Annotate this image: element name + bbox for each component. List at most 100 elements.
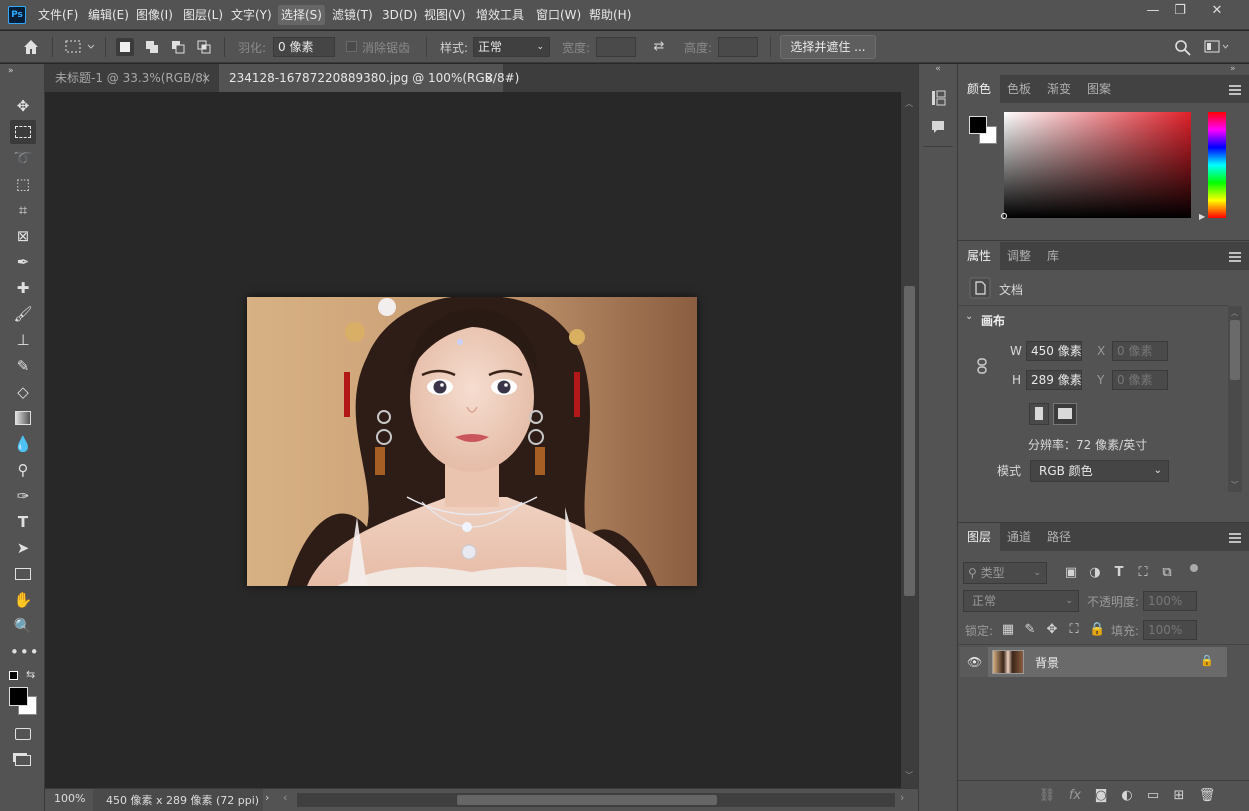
add-selection-icon[interactable] [143,38,161,56]
marquee-preset-icon[interactable] [64,39,96,55]
panel-menu-icon[interactable] [1229,533,1241,543]
frame-icon[interactable]: ⊠ [10,224,36,248]
history-panel-icon[interactable] [929,89,947,107]
eyedropper-icon[interactable]: ✒ [10,250,36,274]
eraser-icon[interactable]: ◇ [10,380,36,404]
eye-icon[interactable]: 👁 [967,655,982,669]
select-and-mask-button[interactable]: 选择并遮住 ... [780,35,876,59]
filter-pixel-icon[interactable]: ▣ [1062,564,1080,582]
hand-icon[interactable]: ✋ [10,588,36,612]
filter-toggle-icon[interactable] [1190,564,1198,572]
color-field[interactable] [1001,112,1191,219]
more-icon[interactable]: ••• [10,640,39,664]
layer-name[interactable]: 背景 [1035,654,1059,671]
menu-edit[interactable]: 编辑(E) [88,0,129,30]
horizontal-scrollbar[interactable] [297,793,895,807]
filter-adjustment-icon[interactable]: ◑ [1086,564,1104,582]
lock-pixels-icon[interactable]: ✎ [1022,621,1038,639]
healing-icon[interactable]: ✚ [10,276,36,300]
close-icon[interactable]: × [484,64,494,92]
workspace-icon[interactable] [1204,39,1230,55]
menu-layer[interactable]: 图层(L) [183,0,223,30]
swap-icon[interactable]: ⇄ [650,38,668,56]
canvas-x-input[interactable]: 0 像素 [1112,341,1168,361]
height-input[interactable] [718,37,758,57]
canvas-section-title[interactable]: 画布 [981,312,1005,329]
gradient-icon[interactable] [10,406,36,430]
portrait-orientation-button[interactable] [1029,403,1049,425]
home-icon[interactable] [22,38,40,56]
document-canvas[interactable] [247,297,697,586]
scroll-down-icon[interactable]: ﹀ [905,770,913,781]
mode-select[interactable]: RGB 颜色 ⌄ [1030,460,1169,482]
opacity-input[interactable]: 100% [1143,591,1197,611]
properties-scrollbar[interactable]: ︿ ﹀ [1228,306,1242,492]
style-select[interactable]: 正常 ⌄ [473,37,550,57]
filter-type-icon[interactable]: T [1110,564,1128,582]
brush-icon[interactable]: 🖌 [10,302,36,326]
tab-adjustments[interactable]: 调整 [998,242,1040,270]
collapse-arrows-icon[interactable]: « [919,64,957,74]
blend-mode-select[interactable]: 正常 ⌄ [963,590,1079,612]
chevron-down-icon[interactable]: ⌄ [965,311,973,322]
tab-untitled[interactable]: 未标题-1 @ 33.3%(RGB/8) × [45,64,219,92]
scroll-right-icon[interactable]: › [900,791,904,804]
search-icon[interactable] [1174,39,1192,57]
chevron-right-icon[interactable]: › [265,791,269,804]
menu-select[interactable]: 选择(S) [278,5,325,25]
dodge-icon[interactable]: ⚲ [10,458,36,482]
comments-panel-icon[interactable] [929,118,947,136]
tab-color[interactable]: 颜色 [958,75,1001,103]
swap-colors-icon[interactable]: ⇆ [26,668,35,681]
lock-artboard-icon[interactable]: ⛶ [1066,621,1082,639]
panel-arrows-icon[interactable]: » [8,66,14,76]
menu-filter[interactable]: 滤镜(T) [332,0,373,30]
scroll-down-icon[interactable]: ﹀ [1231,480,1238,490]
fill-input[interactable]: 100% [1143,620,1197,640]
tab-paths[interactable]: 路径 [1038,523,1080,551]
object-select-icon[interactable]: ⬚ [10,172,36,196]
scroll-up-icon[interactable]: ︿ [1231,308,1238,318]
screen-mode-icon[interactable] [10,748,36,772]
feather-input[interactable]: 0 像素 [273,37,335,57]
layer-filter-select[interactable]: ⚲ 类型 ⌄ [963,562,1047,584]
properties-scroll-thumb[interactable] [1230,320,1240,380]
scroll-up-icon[interactable]: ︿ [905,98,913,109]
canvas-width-input[interactable]: 450 像素 [1026,341,1082,361]
subtract-selection-icon[interactable] [169,38,187,56]
lock-transparency-icon[interactable]: ▦ [1000,621,1016,639]
layer-row[interactable]: 👁 背景 🔒 [960,647,1227,677]
color-fg-swatch[interactable] [969,116,987,134]
history-brush-icon[interactable]: ✎ [10,354,36,378]
expand-arrows-icon[interactable]: » [1230,64,1236,74]
canvas-y-input[interactable]: 0 像素 [1112,370,1168,390]
tab-channels[interactable]: 通道 [998,523,1040,551]
menu-3d[interactable]: 3D(D) [382,0,417,30]
link-icon[interactable]: ⛓ [1038,787,1056,805]
link-dimensions-icon[interactable] [975,357,989,375]
panel-menu-icon[interactable] [1229,252,1241,262]
panel-menu-icon[interactable] [1229,85,1241,95]
tab-swatches[interactable]: 色板 [998,75,1040,103]
move-icon[interactable]: ✥ [10,94,36,118]
landscape-orientation-button[interactable] [1053,403,1077,425]
mask-icon[interactable]: ◙ [1092,787,1110,805]
zoom-level[interactable]: 100% [54,792,85,805]
hue-slider[interactable] [1208,112,1226,218]
lock-position-icon[interactable]: ✥ [1044,621,1060,639]
default-colors-icon[interactable] [9,671,18,680]
crop-icon[interactable]: ⌗ [10,198,36,222]
fx-icon[interactable]: fx [1066,787,1084,805]
type-icon[interactable]: T [10,510,36,534]
tab-layers[interactable]: 图层 [958,523,1001,551]
horizontal-scroll-thumb[interactable] [457,795,717,805]
restore-button[interactable]: ❐ [1163,0,1197,22]
close-button[interactable]: ✕ [1200,0,1234,22]
stamp-icon[interactable]: ⊥ [10,328,36,352]
menu-type[interactable]: 文字(Y) [231,0,272,30]
trash-icon[interactable]: 🗑 [1198,787,1216,805]
tab-patterns[interactable]: 图案 [1078,75,1120,103]
antialias-checkbox[interactable] [346,41,357,52]
tab-properties[interactable]: 属性 [958,242,1001,270]
foreground-color-swatch[interactable] [9,687,28,706]
